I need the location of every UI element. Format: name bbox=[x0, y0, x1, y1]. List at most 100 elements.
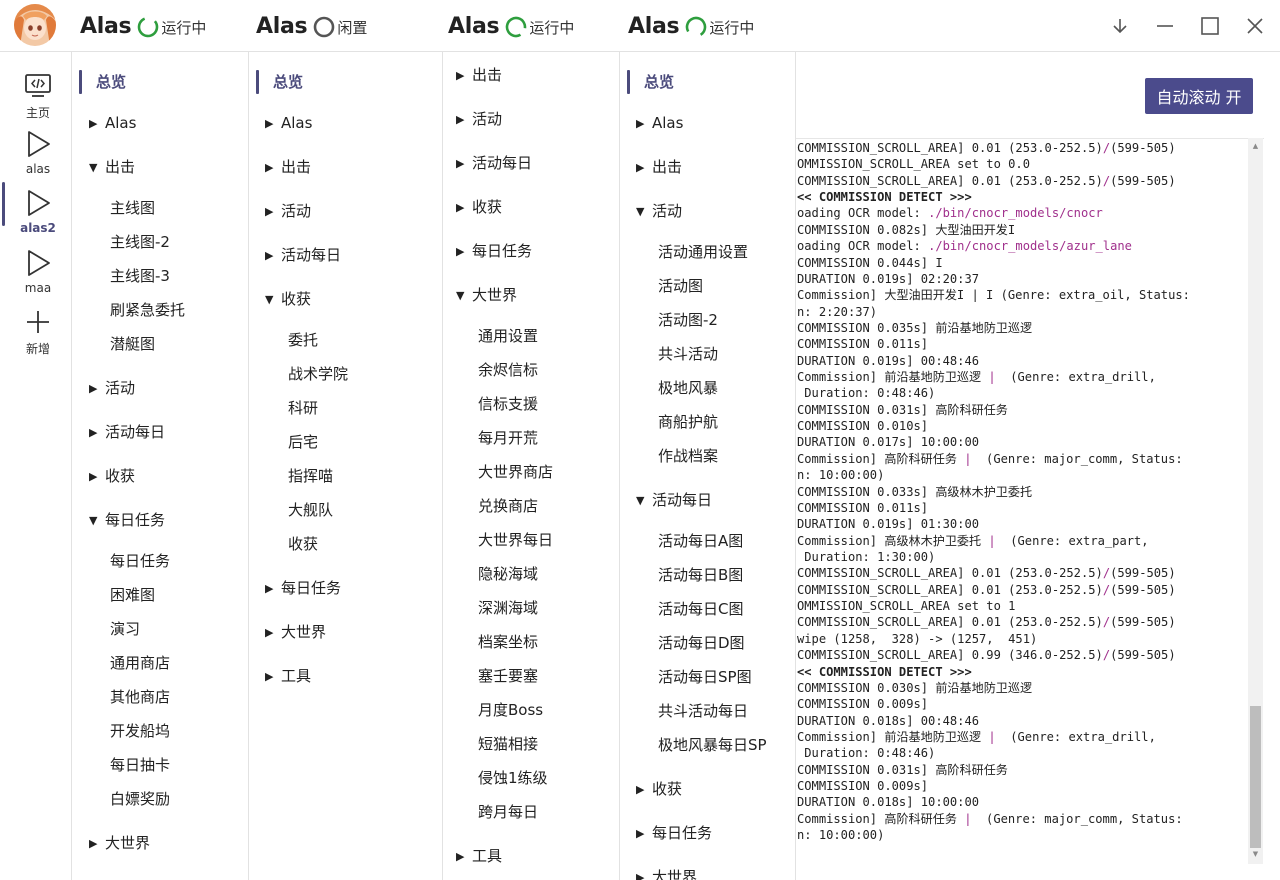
rail-item-home[interactable]: 主页 bbox=[0, 68, 72, 126]
menu-group[interactable]: ▶ Alas bbox=[265, 108, 312, 138]
menu-group[interactable]: ▶ 大世界 bbox=[89, 828, 150, 858]
menu-group[interactable]: ▶ Alas bbox=[636, 108, 683, 138]
menu-subitem[interactable]: 收获 bbox=[288, 529, 318, 559]
menu-group[interactable]: ▶ 收获 bbox=[636, 774, 682, 804]
menu-subitem[interactable]: 活动每日C图 bbox=[658, 594, 743, 624]
menu-subitem[interactable]: 活动图-2 bbox=[658, 305, 718, 335]
menu-subitem[interactable]: 隐秘海域 bbox=[478, 559, 538, 589]
menu-subitem[interactable]: 活动每日D图 bbox=[658, 628, 745, 658]
menu-subitem[interactable]: 共斗活动 bbox=[658, 339, 718, 369]
autoscroll-toggle-button[interactable]: 自动滚动 开 bbox=[1145, 78, 1253, 114]
menu-subitem[interactable]: 大世界每日 bbox=[478, 525, 553, 555]
menu-subitem[interactable]: 委托 bbox=[288, 325, 318, 355]
menu-group[interactable]: ▶ 收获 bbox=[456, 192, 502, 222]
menu-subitem[interactable]: 每月开荒 bbox=[478, 423, 538, 453]
scroll-down-arrow-icon[interactable]: ▼ bbox=[1251, 850, 1260, 859]
menu-group[interactable]: ▶ 出击 bbox=[456, 60, 502, 90]
menu-subitem[interactable]: 主线图-3 bbox=[110, 261, 170, 291]
menu-subitem[interactable]: 每日任务 bbox=[110, 546, 170, 576]
menu-subitem[interactable]: 主线图-2 bbox=[110, 227, 170, 257]
menu-overview[interactable]: 总览 bbox=[273, 67, 303, 97]
menu-overview[interactable]: 总览 bbox=[644, 67, 674, 97]
menu-subitem[interactable]: 通用设置 bbox=[478, 321, 538, 351]
menu-subitem[interactable]: 通用商店 bbox=[110, 648, 170, 678]
menu-group[interactable]: ▼ 收获 bbox=[265, 284, 311, 314]
rail-item-alas2[interactable]: alas2 bbox=[0, 185, 72, 243]
menu-subitem[interactable]: 主线图 bbox=[110, 193, 155, 223]
menu-subitem[interactable]: 指挥喵 bbox=[288, 461, 333, 491]
menu-subitem[interactable]: 活动通用设置 bbox=[658, 237, 748, 267]
menu-subitem[interactable]: 后宅 bbox=[288, 427, 318, 457]
menu-subitem[interactable]: 极地风暴每日SP bbox=[658, 730, 767, 760]
menu-subitem[interactable]: 活动每日B图 bbox=[658, 560, 743, 590]
maximize-button[interactable] bbox=[1194, 10, 1226, 42]
menu-subitem[interactable]: 白嫖奖励 bbox=[110, 784, 170, 814]
menu-group[interactable]: ▶ 工具 bbox=[265, 661, 311, 691]
menu-subitem[interactable]: 信标支援 bbox=[478, 389, 538, 419]
menu-group[interactable]: ▶ 每日任务 bbox=[265, 573, 341, 603]
log-output[interactable]: COMMISSION_SCROLL_AREA] 0.01 (253.0-252.… bbox=[796, 138, 1264, 864]
instance-tab-3[interactable]: Alas 运行中 bbox=[448, 0, 574, 52]
menu-group[interactable]: ▶ 每日任务 bbox=[636, 818, 712, 848]
menu-subitem[interactable]: 余烬信标 bbox=[478, 355, 538, 385]
close-button[interactable] bbox=[1239, 10, 1271, 42]
instance-tab-2[interactable]: Alas 闲置 bbox=[256, 0, 367, 52]
avatar[interactable] bbox=[14, 4, 56, 46]
menu-subitem[interactable]: 极地风暴 bbox=[658, 373, 718, 403]
menu-subitem[interactable]: 作战档案 bbox=[658, 441, 718, 471]
menu-subitem[interactable]: 档案坐标 bbox=[478, 627, 538, 657]
menu-group[interactable]: ▶ 出击 bbox=[636, 152, 682, 182]
menu-group[interactable]: ▼ 大世界 bbox=[456, 280, 517, 310]
menu-subitem[interactable]: 大世界商店 bbox=[478, 457, 553, 487]
menu-subitem[interactable]: 战术学院 bbox=[288, 359, 348, 389]
menu-subitem[interactable]: 兑换商店 bbox=[478, 491, 538, 521]
menu-group[interactable]: ▶ 活动 bbox=[265, 196, 311, 226]
menu-group[interactable]: ▼ 每日任务 bbox=[89, 505, 165, 535]
menu-subitem[interactable]: 活动每日A图 bbox=[658, 526, 743, 556]
menu-subitem[interactable]: 其他商店 bbox=[110, 682, 170, 712]
menu-subitem[interactable]: 侵蚀1练级 bbox=[478, 763, 548, 793]
menu-group[interactable]: ▼ 出击 bbox=[89, 152, 135, 182]
menu-subitem[interactable]: 深渊海域 bbox=[478, 593, 538, 623]
menu-group[interactable]: ▶ 活动 bbox=[456, 104, 502, 134]
menu-group[interactable]: ▶ 大世界 bbox=[636, 862, 697, 880]
menu-subitem[interactable]: 跨月每日 bbox=[478, 797, 538, 827]
menu-group[interactable]: ▼ 活动每日 bbox=[636, 485, 712, 515]
instance-tab-1[interactable]: Alas 运行中 bbox=[80, 0, 206, 52]
menu-group[interactable]: ▼ 活动 bbox=[636, 196, 682, 226]
menu-subitem[interactable]: 刷紧急委托 bbox=[110, 295, 185, 325]
menu-subitem[interactable]: 演习 bbox=[110, 614, 140, 644]
rail-item-maa[interactable]: maa bbox=[0, 245, 72, 303]
menu-group[interactable]: ▶ 活动 bbox=[89, 373, 135, 403]
menu-group[interactable]: ▶ 大世界 bbox=[265, 617, 326, 647]
menu-group[interactable]: ▶ 活动每日 bbox=[89, 417, 165, 447]
menu-group[interactable]: ▶ 收获 bbox=[89, 461, 135, 491]
minimize-button[interactable] bbox=[1149, 10, 1181, 42]
menu-group[interactable]: ▶ 每日任务 bbox=[456, 236, 532, 266]
menu-subitem[interactable]: 活动每日SP图 bbox=[658, 662, 752, 692]
menu-group[interactable]: ▶ 出击 bbox=[265, 152, 311, 182]
menu-subitem[interactable]: 大舰队 bbox=[288, 495, 333, 525]
scroll-down-button[interactable] bbox=[1104, 10, 1136, 42]
menu-group[interactable]: ▶ 工具 bbox=[456, 841, 502, 871]
scroll-up-arrow-icon[interactable]: ▲ bbox=[1251, 142, 1260, 151]
menu-subitem[interactable]: 商船护航 bbox=[658, 407, 718, 437]
menu-subitem[interactable]: 开发船坞 bbox=[110, 716, 170, 746]
log-scrollbar[interactable]: ▲ ▼ bbox=[1248, 138, 1263, 864]
menu-subitem[interactable]: 活动图 bbox=[658, 271, 703, 301]
menu-subitem[interactable]: 月度Boss bbox=[478, 695, 543, 725]
menu-subitem[interactable]: 塞壬要塞 bbox=[478, 661, 538, 691]
menu-group[interactable]: ▶ Alas bbox=[89, 108, 136, 138]
menu-group[interactable]: ▶ 活动每日 bbox=[456, 148, 532, 178]
instance-tab-4[interactable]: Alas 运行中 bbox=[628, 0, 754, 52]
menu-group[interactable]: ▶ 活动每日 bbox=[265, 240, 341, 270]
rail-item-add[interactable]: 新增 bbox=[0, 304, 72, 362]
menu-overview[interactable]: 总览 bbox=[96, 67, 126, 97]
scrollbar-thumb[interactable] bbox=[1250, 706, 1261, 848]
menu-subitem[interactable]: 潜艇图 bbox=[110, 329, 155, 359]
menu-subitem[interactable]: 共斗活动每日 bbox=[658, 696, 748, 726]
menu-subitem[interactable]: 短猫相接 bbox=[478, 729, 538, 759]
menu-subitem[interactable]: 科研 bbox=[288, 393, 318, 423]
menu-subitem[interactable]: 困难图 bbox=[110, 580, 155, 610]
menu-subitem[interactable]: 每日抽卡 bbox=[110, 750, 170, 780]
